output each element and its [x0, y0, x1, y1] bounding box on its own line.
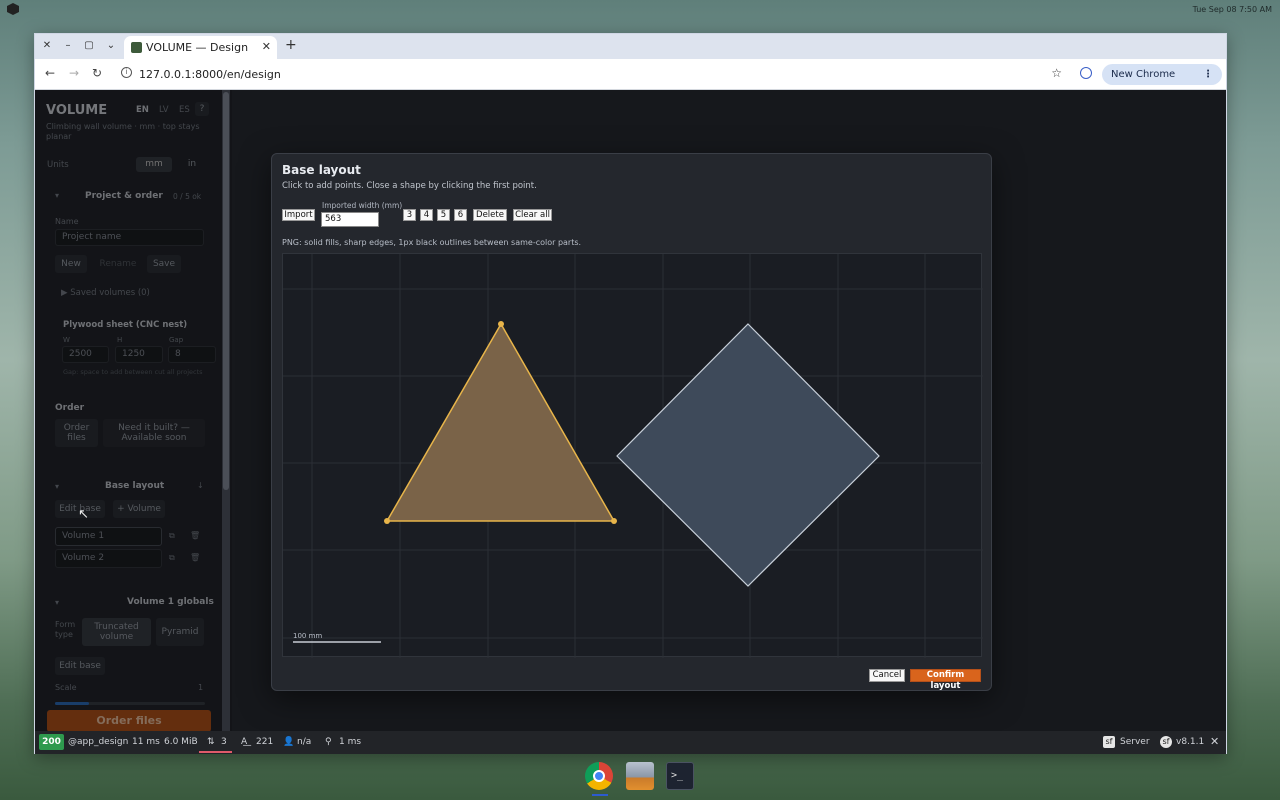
browser-window: ✕ – ▢ ⌄ VOLUME — Design ✕ + ← → ↻ i 127.… — [34, 33, 1227, 754]
os-clock[interactable]: Tue Sep 08 7:50 AM — [1193, 5, 1272, 14]
mouse-cursor-icon: ↖ — [78, 507, 89, 522]
tab-volume-design[interactable]: VOLUME — Design ✕ — [124, 36, 277, 59]
sides-5-button[interactable]: 5 — [437, 209, 450, 221]
png-hint: PNG: solid fills, sharp edges, 1px black… — [282, 238, 582, 247]
sides-4-button[interactable]: 4 — [420, 209, 433, 221]
os-logo-icon[interactable] — [7, 3, 19, 15]
minimize-window-icon[interactable]: – — [61, 39, 75, 53]
profile-icon[interactable] — [1080, 67, 1092, 79]
modal-title: Base layout — [282, 163, 361, 177]
cancel-button[interactable]: Cancel — [869, 669, 905, 682]
route-name[interactable]: @app_design — [68, 737, 128, 747]
forward-icon[interactable]: → — [69, 66, 79, 80]
terminal-app-icon[interactable]: >_ — [666, 762, 694, 790]
server-label[interactable]: Server — [1120, 737, 1150, 747]
sidebar-scrollbar[interactable] — [222, 90, 230, 731]
close-window-icon[interactable]: ✕ — [40, 39, 54, 53]
translation-icon: A͟ — [241, 737, 248, 747]
base-layout-modal: Base layout Click to add points. Close a… — [271, 153, 992, 691]
triangle-vertex-left[interactable] — [384, 518, 390, 524]
requests-indicator — [199, 751, 232, 753]
user-value[interactable]: n/a — [297, 737, 311, 747]
translation-count[interactable]: 221 — [256, 737, 273, 747]
twig-time[interactable]: 1 ms — [339, 737, 361, 747]
symfony-logo-icon: sf — [1103, 736, 1115, 748]
triangle-vertex-right[interactable] — [611, 518, 617, 524]
modal-help-text: Click to add points. Close a shape by cl… — [282, 181, 537, 191]
imported-width-label: Imported width (mm) — [322, 201, 403, 210]
layout-canvas[interactable]: 100 mm — [282, 253, 983, 658]
menu-kebab-icon[interactable]: ⋮ — [1203, 64, 1213, 85]
new-chrome-available-button[interactable]: New Chrome available ⋮ — [1102, 64, 1222, 101]
maximize-window-icon[interactable]: ▢ — [82, 39, 96, 53]
debug-toolbar: 200 @app_design 11 ms 6.0 MiB ⇅ 3 A͟ 221… — [35, 731, 1226, 754]
import-button[interactable]: Import — [282, 209, 315, 221]
page-content: VOLUME EN LV ES ? Climbing wall volume ·… — [35, 90, 1226, 731]
url-text: 127.0.0.1:8000/en/design — [139, 68, 281, 81]
user-icon: 👤 — [283, 737, 295, 747]
sides-3-button[interactable]: 3 — [403, 209, 416, 221]
site-favicon-icon — [131, 42, 142, 53]
back-icon[interactable]: ← — [45, 66, 55, 80]
status-code-badge[interactable]: 200 — [39, 734, 64, 750]
requests-icon: ⇅ — [207, 737, 215, 747]
requests-count[interactable]: 3 — [221, 737, 227, 747]
scrollbar-thumb[interactable] — [223, 92, 229, 490]
modal-backdrop-sidebar — [35, 90, 232, 731]
symfony-version-icon: sf — [1160, 736, 1172, 748]
file-manager-app-icon[interactable] — [626, 762, 654, 790]
chrome-active-indicator — [592, 794, 608, 796]
reload-icon[interactable]: ↻ — [92, 66, 102, 80]
sidebar: VOLUME EN LV ES ? Climbing wall volume ·… — [35, 90, 232, 731]
tab-title: VOLUME — Design — [146, 41, 249, 54]
chrome-app-icon[interactable] — [585, 762, 613, 790]
twig-icon: ⚲ — [325, 737, 332, 747]
close-tab-icon[interactable]: ✕ — [262, 40, 271, 53]
tab-list-icon[interactable]: ⌄ — [104, 39, 118, 53]
delete-shape-button[interactable]: Delete — [473, 209, 507, 221]
new-tab-icon[interactable]: + — [285, 37, 297, 53]
scale-bar-label: 100 mm — [293, 632, 322, 640]
imported-width-input[interactable]: 563 — [321, 212, 379, 227]
triangle-vertex-top[interactable] — [498, 321, 504, 327]
site-info-icon[interactable]: i — [121, 67, 132, 78]
clear-all-button[interactable]: Clear all — [513, 209, 552, 221]
diamond-shape[interactable] — [616, 323, 880, 587]
os-top-bar: Tue Sep 08 7:50 AM — [0, 0, 1280, 18]
browser-toolbar: ← → ↻ i 127.0.0.1:8000/en/design ☆ New C… — [35, 59, 1226, 101]
confirm-layout-button[interactable]: Confirm layout — [910, 669, 981, 691]
triangle-shape[interactable] — [385, 322, 616, 522]
request-time[interactable]: 11 ms — [132, 737, 160, 747]
os-taskbar: >_ — [578, 758, 702, 798]
layout-svg[interactable]: 100 mm — [283, 254, 983, 658]
memory-usage[interactable]: 6.0 MiB — [164, 737, 198, 747]
close-toolbar-icon[interactable]: ✕ — [1210, 735, 1219, 748]
tab-bar: ✕ – ▢ ⌄ VOLUME — Design ✕ + — [35, 34, 1226, 59]
bookmark-star-icon[interactable]: ☆ — [1051, 66, 1062, 80]
sides-6-button[interactable]: 6 — [454, 209, 467, 221]
address-bar[interactable]: i 127.0.0.1:8000/en/design — [113, 63, 1071, 86]
symfony-version[interactable]: v8.1.1 — [1176, 737, 1204, 747]
